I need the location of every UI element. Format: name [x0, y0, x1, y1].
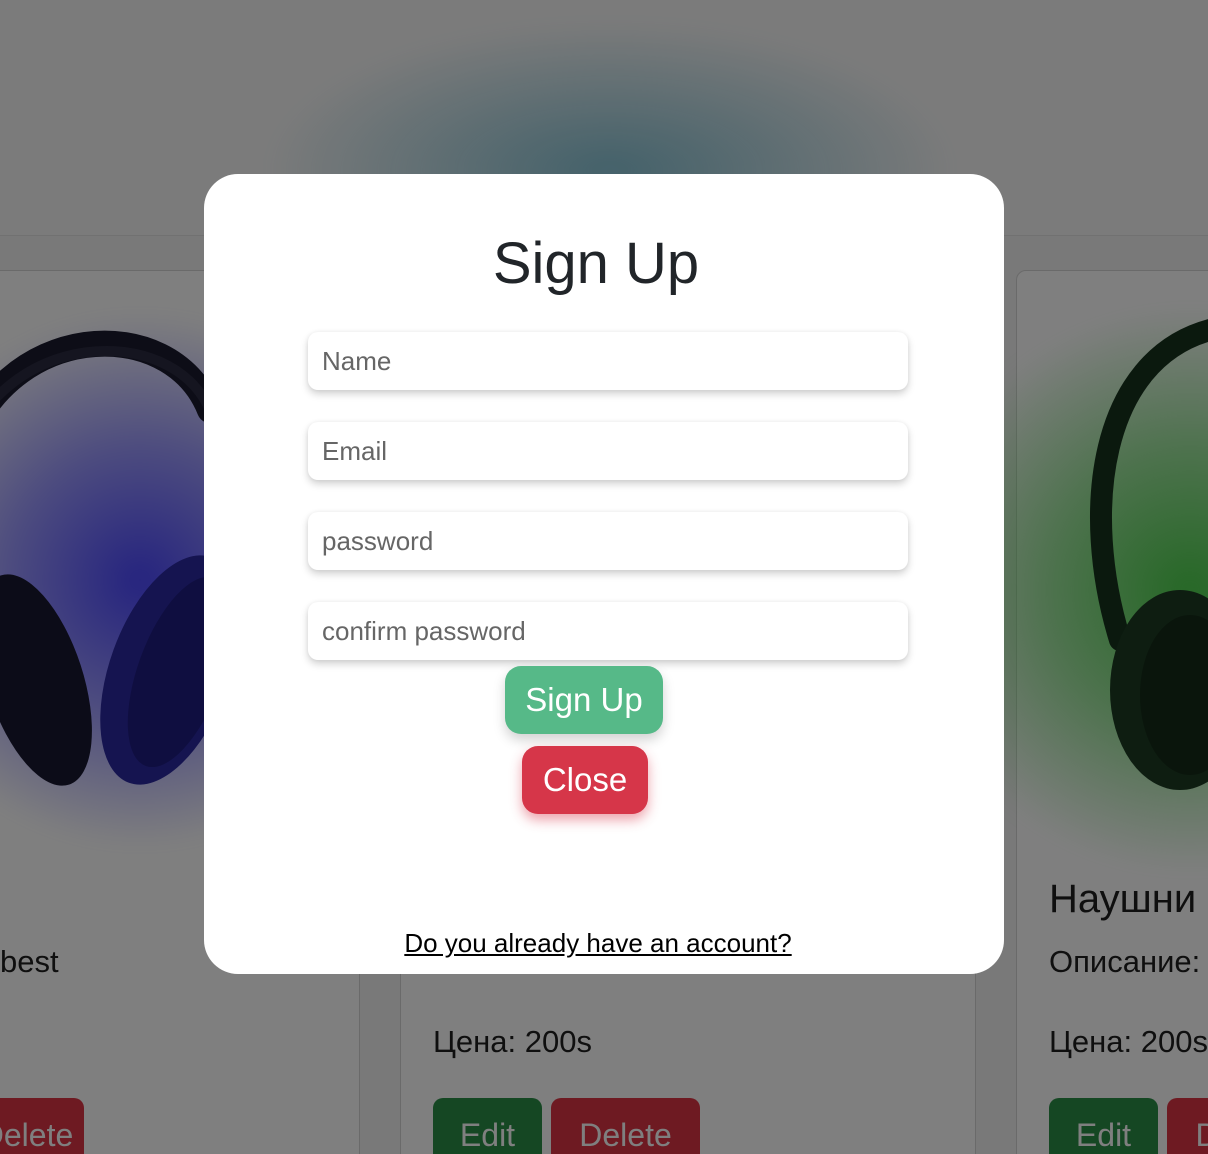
name-field[interactable] [308, 332, 908, 390]
confirm-password-field[interactable] [308, 602, 908, 660]
modal-title: Sign Up [492, 231, 700, 296]
close-button[interactable]: Close [522, 746, 648, 814]
page: best Delete Цена: 200s Edit Delete Наушн… [0, 0, 1208, 1154]
email-field[interactable] [308, 422, 908, 480]
login-link[interactable]: Do you already have an account? [0, 928, 1196, 959]
signup-button[interactable]: Sign Up [505, 666, 663, 734]
password-field[interactable] [308, 512, 908, 570]
